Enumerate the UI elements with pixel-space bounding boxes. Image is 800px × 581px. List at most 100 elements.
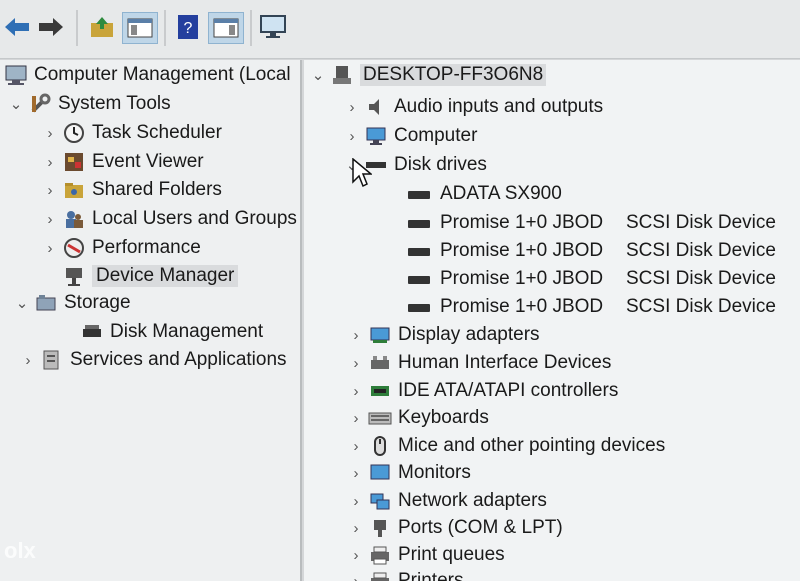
disk-management-icon bbox=[80, 321, 104, 343]
category-human-interface-devices[interactable]: › Human Interface Devices bbox=[348, 350, 612, 376]
disk-name: Promise 1+0 JBOD bbox=[440, 240, 604, 261]
disk-item[interactable]: Promise 1+0 JBOD SCSI Disk Device bbox=[408, 212, 776, 234]
show-hide-console-tree-icon[interactable] bbox=[122, 12, 158, 44]
tree-item-task-scheduler[interactable]: › Task Scheduler bbox=[42, 120, 222, 146]
chevron-right-icon[interactable]: › bbox=[42, 211, 58, 228]
category-keyboards[interactable]: › Keyboards bbox=[348, 405, 489, 431]
chevron-right-icon[interactable]: › bbox=[348, 438, 364, 455]
monitor-icon bbox=[368, 462, 392, 484]
disk-name: Promise 1+0 JBOD bbox=[440, 296, 604, 317]
category-label: Audio inputs and outputs bbox=[394, 96, 604, 117]
category-label: Monitors bbox=[398, 462, 471, 483]
hid-icon bbox=[368, 352, 392, 374]
mouse-icon bbox=[368, 435, 392, 457]
tree-label: Services and Applications bbox=[70, 349, 287, 370]
chevron-right-icon[interactable]: › bbox=[348, 410, 364, 427]
chevron-right-icon[interactable]: › bbox=[348, 520, 364, 537]
tree-item-device-manager[interactable]: Device Manager bbox=[58, 263, 239, 289]
chevron-right-icon[interactable]: › bbox=[42, 240, 58, 257]
keyboard-icon bbox=[368, 407, 392, 429]
chevron-down-icon[interactable]: ⌄ bbox=[310, 66, 326, 84]
chevron-right-icon[interactable]: › bbox=[348, 547, 364, 564]
tree-item-event-viewer[interactable]: › Event Viewer bbox=[42, 149, 204, 175]
tree-label: System Tools bbox=[58, 93, 171, 114]
chevron-right-icon[interactable]: › bbox=[20, 352, 36, 369]
toolbar: ? bbox=[0, 0, 800, 59]
device-root[interactable]: ⌄ DESKTOP-FF3O6N8 bbox=[310, 62, 547, 88]
tree-item-disk-management[interactable]: Disk Management bbox=[76, 319, 263, 345]
disk-item[interactable]: Promise 1+0 JBOD SCSI Disk Device bbox=[408, 268, 776, 290]
disk-item[interactable]: ADATA SX900 bbox=[408, 183, 562, 205]
computer-tower-icon bbox=[330, 64, 354, 86]
system-tools-icon bbox=[28, 93, 52, 115]
computer-name: DESKTOP-FF3O6N8 bbox=[360, 64, 547, 86]
chevron-right-icon[interactable]: › bbox=[344, 99, 360, 116]
category-label: Computer bbox=[394, 125, 478, 146]
monitor-icon[interactable] bbox=[258, 12, 288, 42]
category-label: Printers bbox=[398, 570, 464, 581]
users-icon bbox=[62, 208, 86, 230]
chevron-right-icon[interactable]: › bbox=[348, 573, 364, 581]
tree-item-performance[interactable]: › Performance bbox=[42, 235, 201, 261]
device-tree: ⌄ DESKTOP-FF3O6N8 › Audio inputs and out… bbox=[304, 60, 800, 581]
tree-item-services-and-applications[interactable]: › Services and Applications bbox=[20, 347, 287, 373]
category-mice[interactable]: › Mice and other pointing devices bbox=[348, 433, 665, 459]
clock-icon bbox=[62, 122, 86, 144]
tree-label: Computer Management (Local bbox=[34, 64, 291, 85]
category-label: Ports (COM & LPT) bbox=[398, 517, 563, 538]
disk-name: Promise 1+0 JBOD bbox=[440, 212, 604, 233]
console-tree: Computer Management (Local ⌄ System Tool… bbox=[0, 60, 302, 581]
chevron-right-icon[interactable]: › bbox=[348, 383, 364, 400]
tree-item-computer-management[interactable]: Computer Management (Local bbox=[2, 62, 291, 88]
category-print-queues[interactable]: › Print queues bbox=[348, 542, 505, 568]
action-pane-icon[interactable] bbox=[208, 12, 244, 44]
tree-label: Shared Folders bbox=[92, 179, 222, 200]
device-manager-icon bbox=[62, 265, 86, 287]
disk-drive-icon bbox=[408, 191, 430, 199]
ide-controller-icon bbox=[368, 380, 392, 402]
disk-name: Promise 1+0 JBOD bbox=[440, 268, 604, 289]
tree-label: Task Scheduler bbox=[92, 122, 222, 143]
event-viewer-icon bbox=[62, 151, 86, 173]
category-computer[interactable]: › Computer bbox=[344, 123, 478, 149]
chevron-right-icon[interactable]: › bbox=[42, 154, 58, 171]
category-audio[interactable]: › Audio inputs and outputs bbox=[344, 94, 604, 120]
tree-item-storage[interactable]: ⌄ Storage bbox=[14, 290, 131, 316]
tree-item-local-users-and-groups[interactable]: › Local Users and Groups bbox=[42, 206, 297, 232]
help-icon[interactable]: ? bbox=[174, 12, 202, 42]
chevron-down-icon[interactable]: ⌄ bbox=[14, 294, 30, 312]
port-icon bbox=[368, 517, 392, 539]
category-ide-controllers[interactable]: › IDE ATA/ATAPI controllers bbox=[348, 378, 619, 404]
chevron-right-icon[interactable]: › bbox=[348, 327, 364, 344]
tree-label: Disk Management bbox=[110, 321, 264, 342]
chevron-right-icon[interactable]: › bbox=[348, 355, 364, 372]
back-arrow-icon[interactable] bbox=[2, 12, 32, 42]
chevron-down-icon[interactable]: ⌄ bbox=[8, 95, 24, 113]
category-display-adapters[interactable]: › Display adapters bbox=[348, 322, 540, 348]
up-folder-icon[interactable] bbox=[88, 12, 116, 42]
disk-item[interactable]: Promise 1+0 JBOD SCSI Disk Device bbox=[408, 240, 776, 262]
printer-icon bbox=[368, 570, 392, 581]
chevron-right-icon[interactable]: › bbox=[42, 182, 58, 199]
category-printers[interactable]: › Printers bbox=[348, 568, 463, 581]
disk-suffix: SCSI Disk Device bbox=[626, 212, 776, 233]
computer-management-icon bbox=[4, 64, 28, 86]
tree-item-system-tools[interactable]: ⌄ System Tools bbox=[8, 91, 171, 117]
svg-text:?: ? bbox=[184, 20, 193, 37]
disk-suffix: SCSI Disk Device bbox=[626, 240, 776, 261]
shared-folder-icon bbox=[62, 179, 86, 201]
chevron-right-icon[interactable]: › bbox=[42, 125, 58, 142]
disk-drive-icon bbox=[408, 276, 430, 284]
forward-arrow-icon[interactable] bbox=[36, 12, 66, 42]
tree-item-shared-folders[interactable]: › Shared Folders bbox=[42, 177, 222, 203]
category-monitors[interactable]: › Monitors bbox=[348, 460, 471, 486]
chevron-right-icon[interactable]: › bbox=[344, 128, 360, 145]
category-label: Disk drives bbox=[394, 154, 487, 175]
category-network-adapters[interactable]: › Network adapters bbox=[348, 488, 547, 514]
toolbar-separator bbox=[250, 10, 252, 46]
chevron-right-icon[interactable]: › bbox=[348, 493, 364, 510]
chevron-right-icon[interactable]: › bbox=[348, 465, 364, 482]
category-ports[interactable]: › Ports (COM & LPT) bbox=[348, 515, 563, 541]
tree-label: Performance bbox=[92, 237, 201, 258]
disk-item[interactable]: Promise 1+0 JBOD SCSI Disk Device bbox=[408, 296, 776, 318]
